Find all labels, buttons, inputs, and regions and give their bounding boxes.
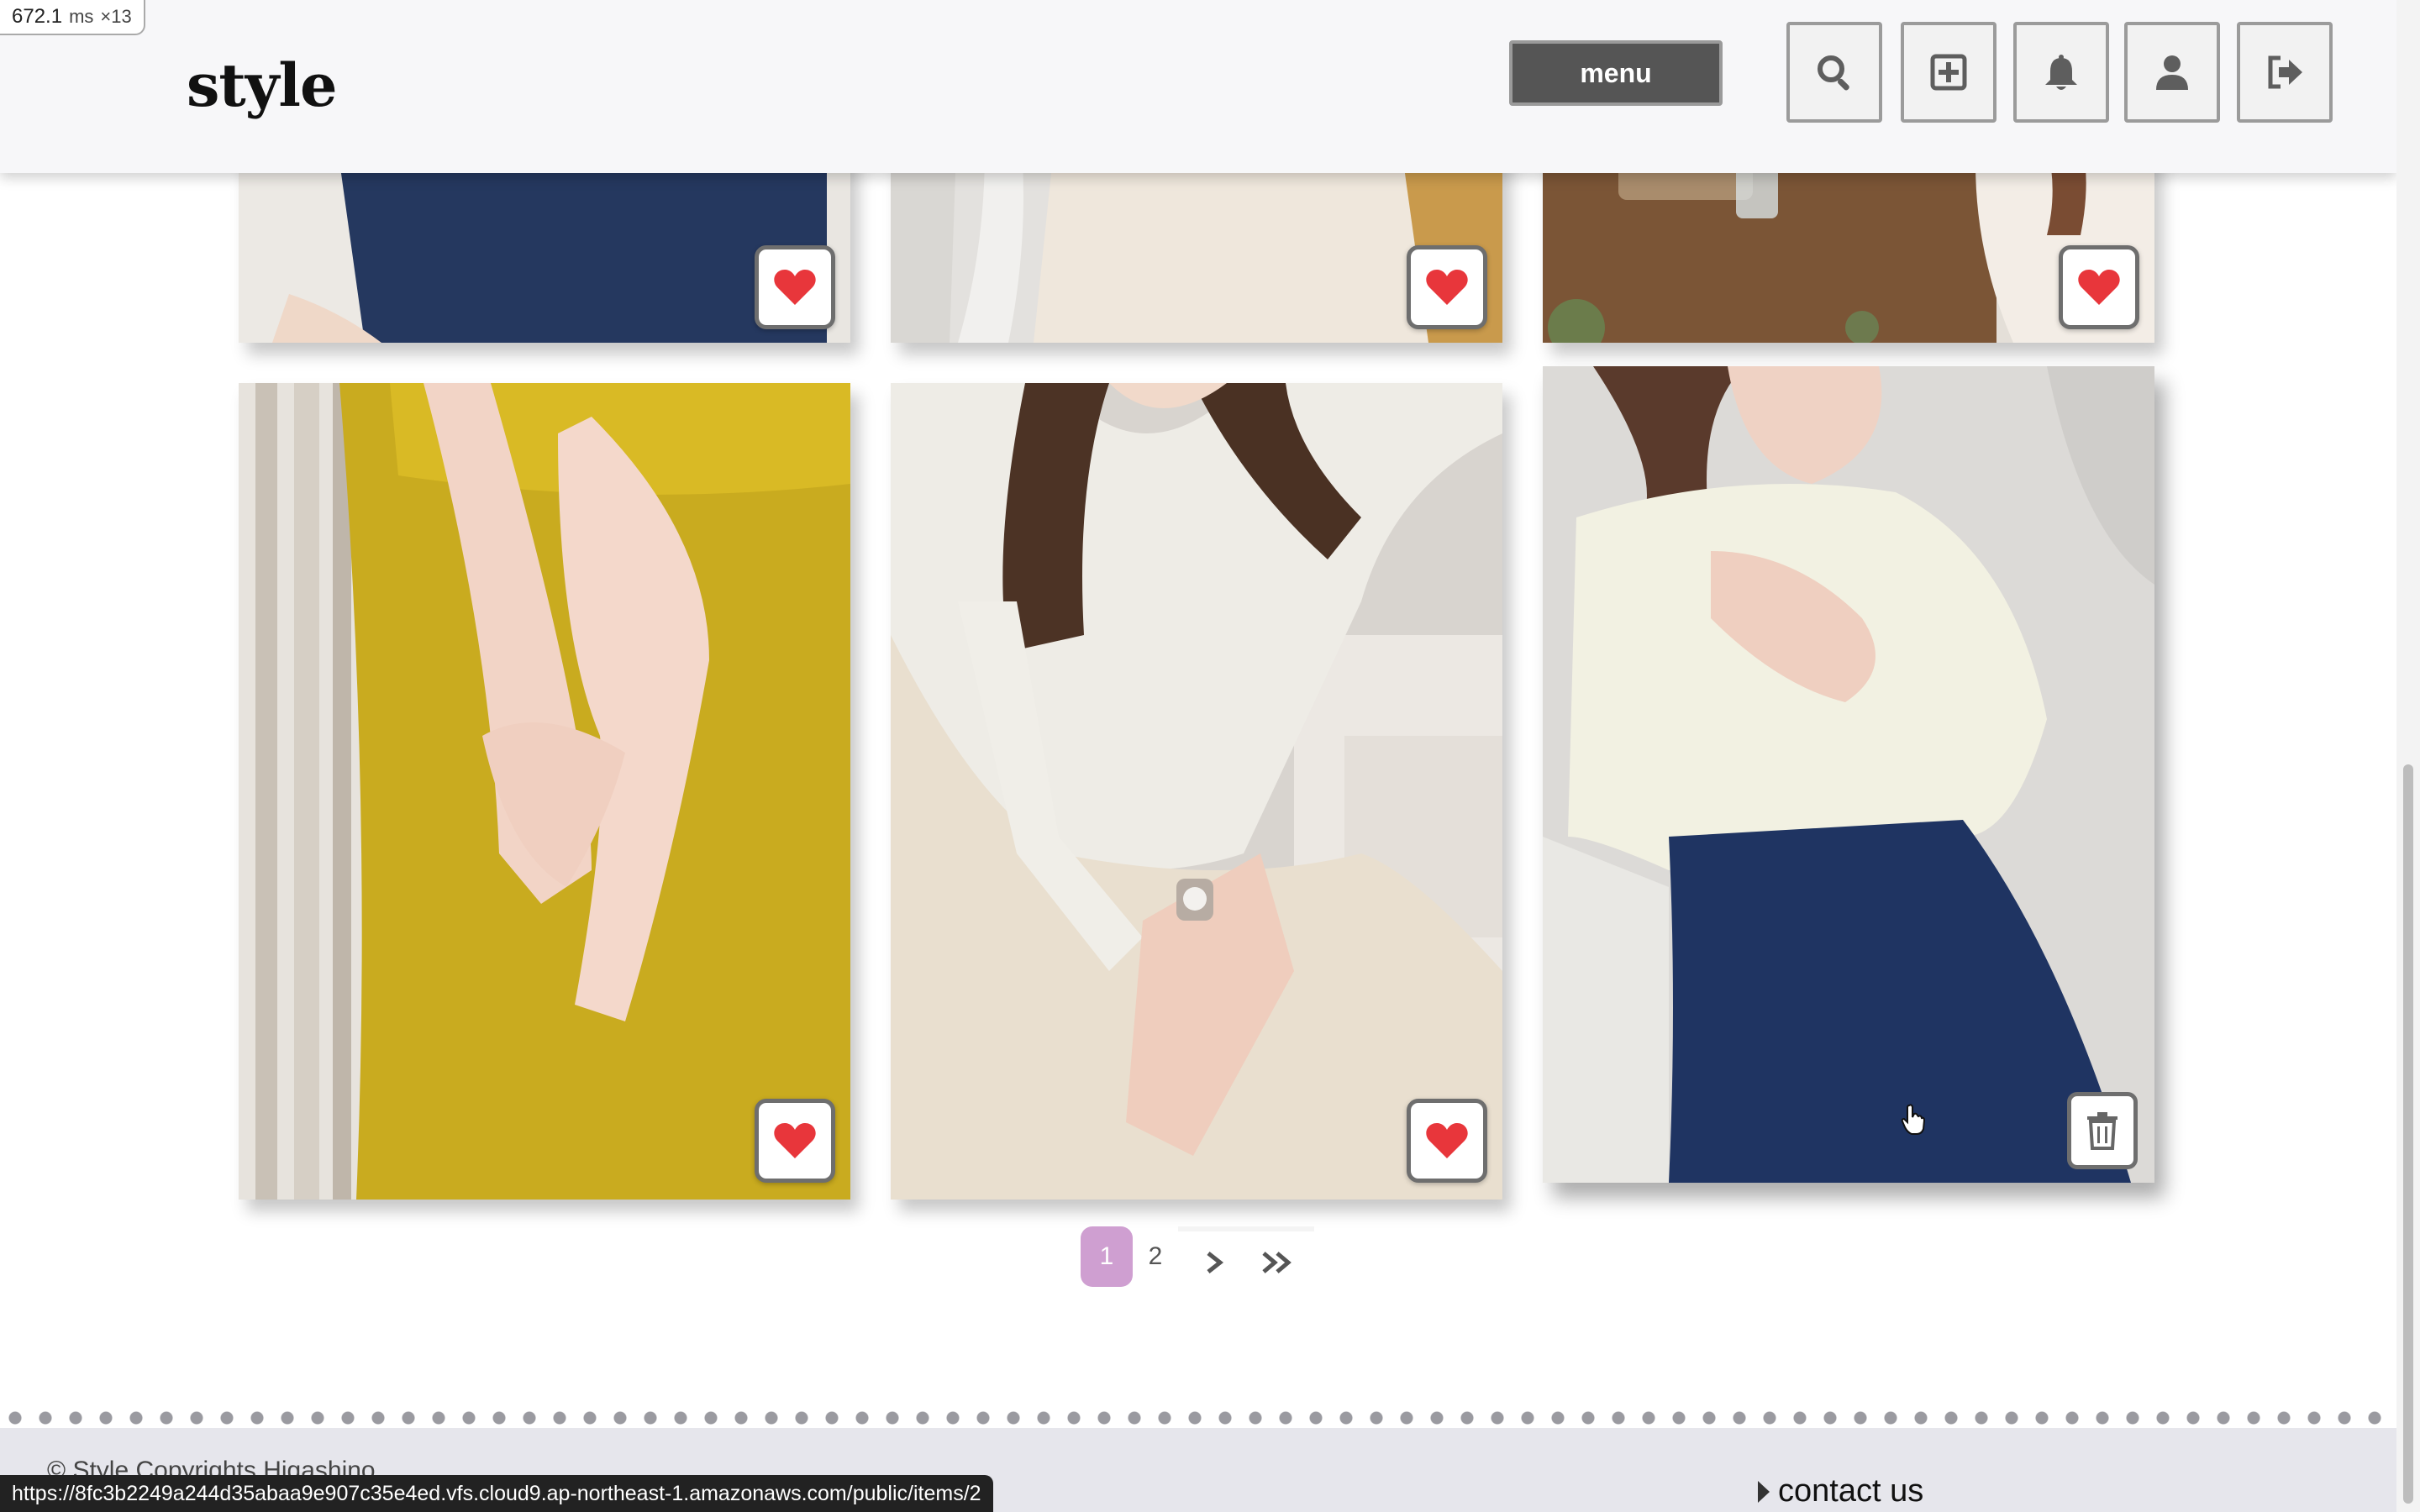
bell-icon [2045, 55, 2077, 90]
add-square-icon [1930, 54, 1967, 91]
contact-link[interactable]: contact us [1758, 1473, 1923, 1509]
pagination-background [1178, 1226, 1314, 1231]
chevron-right-icon[interactable] [1205, 1250, 1225, 1275]
add-item-button[interactable] [1901, 22, 1996, 123]
scrollbar-thumb[interactable] [2403, 764, 2413, 1504]
page-current: 1 [1081, 1226, 1133, 1287]
search-icon [1818, 55, 1849, 91]
item-card[interactable] [891, 383, 1502, 1200]
perf-multiplier: ×13 [100, 6, 132, 27]
heart-icon [774, 270, 816, 305]
footer-dotted-divider [0, 1408, 2396, 1428]
like-button[interactable] [2059, 245, 2139, 329]
menu-button[interactable]: menu [1509, 40, 1723, 106]
status-bar-url: https://8fc3b2249a244d35abaa9e907c35e4ed… [0, 1475, 993, 1512]
double-chevron-right-icon[interactable] [1260, 1250, 1294, 1275]
item-photo [1543, 366, 2154, 1183]
hand-pointer-cursor-icon [1901, 1104, 1926, 1135]
perf-value: 672.1 [12, 5, 63, 28]
heart-icon [1426, 1123, 1468, 1158]
heart-icon [2078, 270, 2120, 305]
profile-button[interactable] [2124, 22, 2220, 123]
like-button[interactable] [755, 245, 835, 329]
caret-right-icon [1758, 1480, 1770, 1503]
site-logo[interactable]: style [187, 50, 338, 120]
like-button[interactable] [1407, 1099, 1487, 1183]
site-header: style menu [0, 0, 2396, 173]
delete-button[interactable] [2067, 1092, 2138, 1169]
like-button[interactable] [1407, 245, 1487, 329]
notifications-button[interactable] [2013, 22, 2109, 123]
heart-icon [774, 1123, 816, 1158]
contact-label: contact us [1778, 1473, 1924, 1509]
trash-icon [2087, 1112, 2118, 1150]
app-page: style menu 1 2 © Style Copyrights Higash… [0, 0, 2420, 1512]
user-icon [2156, 55, 2188, 90]
perf-badge: 672.1 ms ×13 [0, 0, 145, 35]
item-card[interactable] [239, 383, 850, 1200]
page-link-2[interactable]: 2 [1133, 1226, 1178, 1287]
search-button[interactable] [1786, 22, 1882, 123]
item-card-hovered[interactable] [1543, 366, 2154, 1183]
page-scrollbar[interactable] [2396, 0, 2420, 1512]
like-button[interactable] [755, 1099, 835, 1183]
item-photo [239, 383, 850, 1200]
item-photo [891, 383, 1502, 1200]
heart-icon [1426, 270, 1468, 305]
logout-button[interactable] [2237, 22, 2333, 123]
perf-unit: ms [69, 6, 94, 27]
logout-icon [2268, 55, 2302, 89]
